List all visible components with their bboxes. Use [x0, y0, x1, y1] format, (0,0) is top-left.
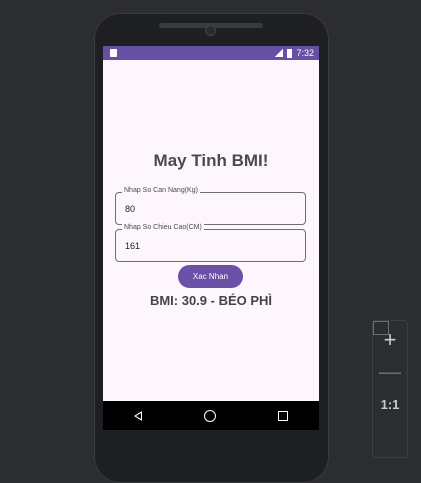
- status-bar: 7:32: [103, 46, 319, 60]
- device-camera: [206, 26, 215, 35]
- weight-input-value[interactable]: 80: [125, 204, 135, 214]
- recents-icon[interactable]: [278, 410, 288, 421]
- status-time: 7:32: [296, 48, 314, 58]
- zoom-in-button[interactable]: +: [373, 325, 407, 355]
- home-icon[interactable]: [204, 409, 216, 422]
- zoom-out-button[interactable]: —: [373, 357, 407, 387]
- weight-input[interactable]: Nhap So Can Nang(Kg) 80: [115, 187, 306, 225]
- height-input-value[interactable]: 161: [125, 241, 140, 251]
- battery-icon: [287, 48, 293, 58]
- navigation-bar: [103, 401, 319, 430]
- confirm-button[interactable]: Xac Nhan: [178, 265, 243, 288]
- height-input[interactable]: Nhap So Chieu Cao(CM) 161: [115, 224, 306, 262]
- app-screen: 7:32 May Tinh BMI! Nhap So Can Nang(Kg) …: [103, 46, 319, 430]
- sim-card-icon: [110, 49, 117, 57]
- signal-icon: [275, 49, 284, 57]
- height-input-label: Nhap So Chieu Cao(CM): [122, 224, 204, 231]
- emulator-zoom-panel: + — 1:1: [372, 320, 408, 458]
- weight-input-label: Nhap So Can Nang(Kg): [122, 187, 200, 194]
- back-icon[interactable]: [134, 410, 142, 421]
- bmi-result: BMI: 30.9 - BÉO PHÌ: [149, 293, 273, 308]
- actual-size-button[interactable]: 1:1: [373, 395, 407, 415]
- page-title: May Tinh BMI!: [153, 151, 269, 170]
